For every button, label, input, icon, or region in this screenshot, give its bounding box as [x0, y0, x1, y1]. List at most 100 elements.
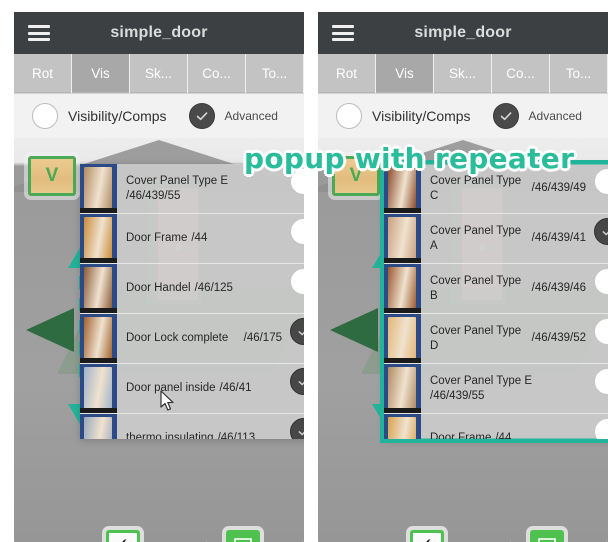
item-label: Cover Panel Type E/46/439/55: [117, 164, 286, 213]
resize-arrow-icon[interactable]: [226, 530, 260, 542]
visibility-toggle[interactable]: [593, 418, 608, 439]
item-toggle-cell: [286, 214, 304, 263]
item-label: Cover Panel Type B/46/439/46: [421, 264, 590, 313]
item-name: Cover Panel Type E: [430, 374, 533, 387]
list-item[interactable]: thermo insulating/46/113: [80, 414, 304, 439]
visibility-toggle[interactable]: [289, 418, 304, 439]
list-item[interactable]: Cover Panel Type B/46/439/46: [384, 264, 608, 314]
list-item[interactable]: Door panel inside/46/41: [80, 364, 304, 414]
hamburger-icon[interactable]: [28, 25, 50, 41]
item-toggle-cell: [590, 264, 608, 313]
item-label: Cover Panel Type E/46/439/55: [421, 364, 590, 413]
tab-rot[interactable]: Rot: [318, 54, 375, 93]
repeater-popup-left[interactable]: Cover Panel Type E/46/439/55 Door Frame/4…: [80, 164, 304, 439]
item-name: Door Handel: [126, 282, 191, 294]
wrench-icon[interactable]: [106, 530, 140, 542]
viewport-3d[interactable]: V Cover Panel Type C/46/439/49 Cover Pane…: [318, 138, 608, 542]
item-thumbnail: [80, 314, 117, 363]
visibility-toggle[interactable]: [289, 168, 304, 195]
list-item[interactable]: Door Handel/46/125: [80, 264, 304, 314]
item-id: /46/41: [219, 382, 252, 394]
item-name: Cover Panel Type A: [430, 224, 522, 252]
page-title: simple_door: [110, 24, 208, 41]
item-thumbnail: [384, 364, 421, 413]
visibility-comps-label: Visibility/Comps: [68, 108, 167, 124]
tab-co[interactable]: Co...: [188, 54, 245, 93]
repeater-popup-right[interactable]: Cover Panel Type C/46/439/49 Cover Panel …: [380, 160, 608, 443]
list-item[interactable]: Cover Panel Type E/46/439/55: [384, 364, 608, 414]
v-toggle-button[interactable]: V: [28, 156, 76, 196]
check-icon: [298, 331, 304, 336]
list-item[interactable]: Door Lock complete/46/175: [80, 314, 304, 364]
item-toggle-cell: [286, 364, 304, 413]
list-item[interactable]: Door Frame/44: [384, 414, 608, 439]
list-item[interactable]: Cover Panel Type E/46/439/55: [80, 164, 304, 214]
right-screenshot-panel: simple_door Rot Vis Sk... Co... To... Vi…: [318, 12, 608, 542]
tab-sk[interactable]: Sk...: [434, 54, 491, 93]
tab-co[interactable]: Co...: [492, 54, 549, 93]
item-name: Door Lock complete: [126, 332, 229, 344]
arrow-left-icon[interactable]: [26, 308, 74, 352]
item-thumbnail: [80, 164, 117, 213]
options-row: Visibility/Comps Advanced: [318, 94, 608, 138]
visibility-comps-radio[interactable]: [336, 103, 362, 129]
item-id: /46/439/55: [126, 189, 181, 202]
visibility-toggle[interactable]: [289, 218, 304, 245]
visibility-comps-label: Visibility/Comps: [372, 108, 471, 124]
item-name: Cover Panel Type C: [430, 174, 522, 202]
arrow-left-icon[interactable]: [330, 308, 378, 352]
item-toggle-cell: [286, 164, 304, 213]
item-label: thermo insulating/46/113: [117, 414, 286, 439]
wrench-icon[interactable]: [410, 530, 444, 542]
options-row: Visibility/Comps Advanced: [14, 94, 304, 138]
item-thumbnail: [384, 414, 421, 439]
item-label: Door Lock complete/46/175: [117, 314, 286, 363]
item-name: Door Frame: [430, 432, 492, 439]
item-label: Door Frame/44: [421, 414, 590, 439]
title-bar: simple_door: [318, 12, 608, 54]
viewport-3d[interactable]: V Cover Panel Type E/46/439/55 Door Frame…: [14, 138, 304, 542]
tab-vis[interactable]: Vis: [376, 54, 433, 93]
item-toggle-cell: [286, 314, 304, 363]
visibility-toggle[interactable]: [593, 318, 608, 345]
list-item[interactable]: Door Frame/44: [80, 214, 304, 264]
item-thumbnail: [80, 414, 117, 439]
visibility-toggle[interactable]: [593, 168, 608, 195]
advanced-label: Advanced: [224, 109, 278, 123]
list-item[interactable]: Cover Panel Type C/46/439/49: [384, 164, 608, 214]
visibility-toggle[interactable]: [593, 268, 608, 295]
tab-to[interactable]: To...: [246, 54, 303, 93]
item-toggle-cell: [590, 164, 608, 213]
visibility-toggle[interactable]: [289, 318, 304, 345]
item-label: Door Frame/44: [117, 214, 286, 263]
visibility-comps-radio[interactable]: [32, 103, 58, 129]
item-name: Door panel inside: [126, 382, 216, 394]
v-toggle-button[interactable]: V: [332, 156, 380, 196]
screenshot-stage: simple_door Rot Vis Sk... Co... To... Vi…: [0, 0, 608, 542]
item-thumbnail: [384, 314, 421, 363]
tab-vis[interactable]: Vis: [72, 54, 129, 93]
item-thumbnail: [384, 164, 421, 213]
check-icon: [602, 231, 608, 236]
tab-rot[interactable]: Rot: [14, 54, 71, 93]
tab-to[interactable]: To...: [550, 54, 607, 93]
item-id: /46/175: [243, 332, 282, 344]
visibility-toggle[interactable]: [289, 268, 304, 295]
check-icon: [196, 112, 207, 121]
item-id: /44: [495, 432, 512, 439]
item-toggle-cell: [590, 314, 608, 363]
resize-arrow-icon[interactable]: [530, 530, 564, 542]
hamburger-icon[interactable]: [332, 25, 354, 41]
list-item[interactable]: Cover Panel Type A/46/439/41: [384, 214, 608, 264]
item-id: /46/439/52: [531, 332, 586, 344]
item-thumbnail: [80, 364, 117, 413]
item-name: Cover Panel Type B: [430, 274, 522, 302]
visibility-toggle[interactable]: [593, 218, 608, 245]
visibility-toggle[interactable]: [289, 368, 304, 395]
item-label: Cover Panel Type C/46/439/49: [421, 164, 590, 213]
advanced-radio[interactable]: [188, 103, 215, 129]
advanced-radio[interactable]: [492, 103, 519, 129]
list-item[interactable]: Cover Panel Type D/46/439/52: [384, 314, 608, 364]
tab-sk[interactable]: Sk...: [130, 54, 187, 93]
visibility-toggle[interactable]: [593, 368, 608, 395]
